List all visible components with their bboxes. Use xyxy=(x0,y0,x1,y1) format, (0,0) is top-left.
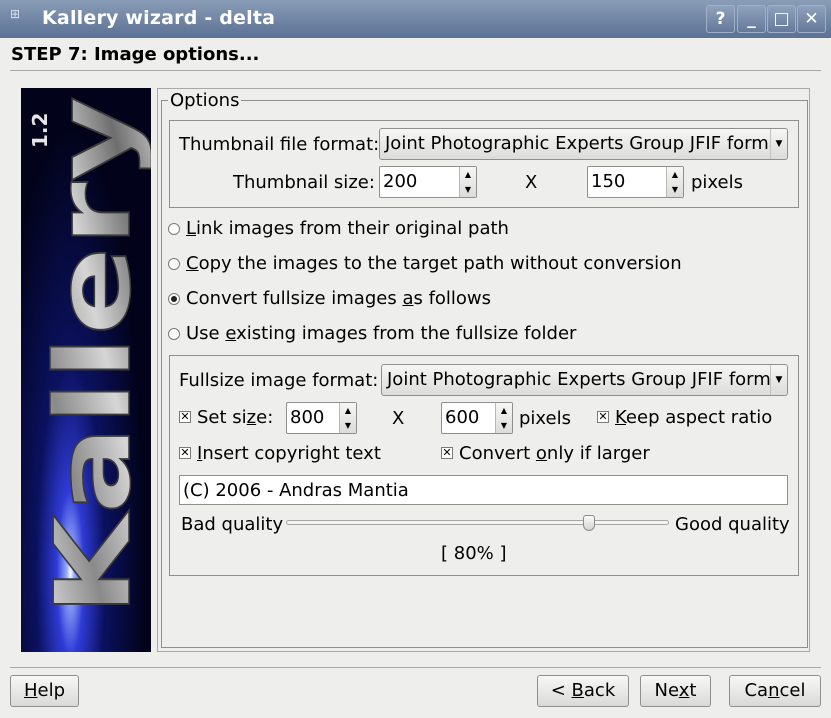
app-menu-icon[interactable]: ⊞ xyxy=(10,8,28,28)
next-button[interactable]: Next xyxy=(640,675,711,707)
step-title: STEP 7: Image options... xyxy=(11,44,260,65)
radio-indicator[interactable] xyxy=(168,223,180,235)
radio-link-images[interactable]: Link images from their original path xyxy=(168,218,688,246)
thumbnail-format-label: Thumbnail file format: xyxy=(179,134,380,155)
thumbnail-size-label: Thumbnail size: xyxy=(233,172,375,193)
thumbnail-format-value: Joint Photographic Experts Group JFIF fo… xyxy=(385,133,787,154)
radio-copy-images[interactable]: Copy the images to the target path witho… xyxy=(168,253,688,281)
good-quality-label: Good quality xyxy=(675,514,790,535)
chevron-down-icon: ▼ xyxy=(770,129,787,159)
radio-indicator[interactable] xyxy=(168,328,180,340)
checkbox-icon[interactable]: ✕ xyxy=(441,447,453,459)
back-button[interactable]: < Back xyxy=(537,675,629,707)
spin-down-icon[interactable]: ▼ xyxy=(460,182,476,197)
copyright-text-input[interactable]: (C) 2006 - Andras Mantia xyxy=(179,475,788,505)
spin-up-icon[interactable]: ▲ xyxy=(496,403,512,418)
fullsize-height-spinbox[interactable]: 600 ▲ ▼ xyxy=(441,402,513,434)
maximize-icon: □ xyxy=(773,9,790,29)
checkbox-icon[interactable]: ✕ xyxy=(179,411,191,423)
quality-slider-handle[interactable] xyxy=(582,515,595,531)
insert-copyright-checkbox[interactable]: ✕ Insert copyright text xyxy=(179,443,381,466)
quality-percent-label: [ 80% ] xyxy=(441,543,507,564)
thumbnail-x-label: X xyxy=(525,172,538,193)
help-title-button[interactable]: ? xyxy=(706,5,735,33)
spin-down-icon[interactable]: ▼ xyxy=(667,182,683,197)
checkbox-icon[interactable]: ✕ xyxy=(597,411,609,423)
set-size-checkbox[interactable]: ✕ Set size: xyxy=(179,407,279,430)
thumbnail-height-spinbox[interactable]: 150 ▲ ▼ xyxy=(587,166,684,198)
radio-indicator[interactable] xyxy=(168,258,180,270)
thumbnail-height-value: 150 xyxy=(591,171,626,192)
question-mark-icon: ? xyxy=(715,9,726,29)
thumbnail-width-spinbox[interactable]: 200 ▲ ▼ xyxy=(379,166,477,198)
kallery-logo: Kallery 1.2 xyxy=(28,95,151,617)
convert-only-if-larger-checkbox[interactable]: ✕ Convert only if larger xyxy=(441,443,651,466)
spin-up-icon[interactable]: ▲ xyxy=(460,167,476,182)
close-button[interactable]: ✕ xyxy=(797,5,826,33)
keep-aspect-ratio-checkbox[interactable]: ✕ Keep aspect ratio xyxy=(597,407,777,430)
bad-quality-label: Bad quality xyxy=(181,514,284,535)
fullsize-height-value: 600 xyxy=(445,407,480,428)
help-button[interactable]: Help xyxy=(10,675,79,707)
svg-text:Kallery: Kallery xyxy=(32,96,151,616)
window-title: Kallery wizard - delta xyxy=(42,7,276,29)
copyright-text-value: (C) 2006 - Andras Mantia xyxy=(183,480,409,501)
spin-down-icon[interactable]: ▼ xyxy=(340,418,356,433)
thumbnail-format-combo[interactable]: Joint Photographic Experts Group JFIF fo… xyxy=(379,128,788,160)
fullsize-format-value: Joint Photographic Experts Group JFIF fo… xyxy=(387,369,788,390)
minimize-icon: _ xyxy=(747,9,756,29)
header-separator xyxy=(10,70,821,71)
fullsize-format-label: Fullsize image format: xyxy=(179,370,379,391)
fullsize-pixels-label: pixels xyxy=(519,408,571,429)
radio-use-existing[interactable]: Use existing images from the fullsize fo… xyxy=(168,323,688,351)
fullsize-format-combo[interactable]: Joint Photographic Experts Group JFIF fo… xyxy=(381,364,788,396)
cancel-button[interactable]: Cancel xyxy=(729,675,821,707)
spin-up-icon[interactable]: ▲ xyxy=(340,403,356,418)
maximize-button[interactable]: □ xyxy=(767,5,796,33)
spin-up-icon[interactable]: ▲ xyxy=(667,167,683,182)
radio-indicator[interactable] xyxy=(168,293,180,305)
minimize-button[interactable]: _ xyxy=(737,5,766,33)
fullsize-width-spinbox[interactable]: 800 ▲ ▼ xyxy=(286,402,357,434)
chevron-down-icon: ▼ xyxy=(770,365,787,395)
thumbnail-width-value: 200 xyxy=(383,171,418,192)
title-bar[interactable]: ⊞ Kallery wizard - delta ? _ □ ✕ xyxy=(0,0,831,38)
thumbnail-pixels-label: pixels xyxy=(691,172,743,193)
fullsize-width-value: 800 xyxy=(290,407,325,428)
spin-down-icon[interactable]: ▼ xyxy=(496,418,512,433)
close-icon: ✕ xyxy=(804,9,819,29)
radio-convert-images[interactable]: Convert fullsize images as follows xyxy=(168,288,688,316)
svg-text:1.2: 1.2 xyxy=(28,113,52,148)
quality-slider-track[interactable] xyxy=(286,520,669,525)
options-group-label: Options xyxy=(168,90,242,111)
footer-separator xyxy=(10,667,821,668)
kallery-banner-image: Kallery 1.2 xyxy=(21,88,151,652)
checkbox-icon[interactable]: ✕ xyxy=(179,447,191,459)
fullsize-x-label: X xyxy=(392,408,405,429)
